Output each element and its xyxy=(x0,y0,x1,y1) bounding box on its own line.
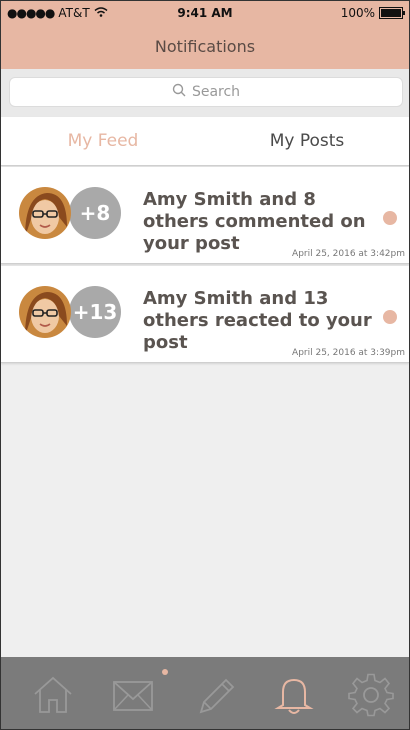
notification-list: +8 Amy Smith and 8 others commented on y… xyxy=(1,167,409,365)
search-input[interactable]: Search xyxy=(9,77,403,107)
gear-icon xyxy=(348,673,394,717)
search-placeholder: Search xyxy=(191,84,241,100)
tab-my-feed[interactable]: My Feed xyxy=(1,117,205,165)
feed-tabs: My Feed My Posts xyxy=(1,117,409,166)
top-bar: ●●●●● AT&T 9:41 AM 100% Notifications xyxy=(1,1,409,69)
notification-timestamp: April 25, 2016 at 3:42pm xyxy=(292,249,405,259)
notification-item[interactable]: +13 Amy Smith and 13 others reacted to y… xyxy=(1,266,409,363)
mail-icon xyxy=(113,681,153,711)
search-icon xyxy=(172,83,186,101)
battery-percent: 100% xyxy=(340,6,375,20)
avatar-group: +8 xyxy=(19,187,129,243)
settings-tab[interactable] xyxy=(346,671,396,719)
search-bar-container: Search xyxy=(1,69,409,117)
avatar xyxy=(19,286,71,338)
tab-my-posts[interactable]: My Posts xyxy=(205,117,409,165)
unread-indicator xyxy=(383,211,397,225)
status-bar: ●●●●● AT&T 9:41 AM 100% xyxy=(1,1,409,23)
notification-message: Amy Smith and 8 others commented on your… xyxy=(143,189,366,254)
others-count-badge: +13 xyxy=(69,286,121,338)
notification-item[interactable]: +8 Amy Smith and 8 others commented on y… xyxy=(1,167,409,264)
app-frame: ●●●●● AT&T 9:41 AM 100% Notifications Se… xyxy=(0,0,410,730)
mail-badge-dot xyxy=(162,669,168,675)
notification-message: Amy Smith and 13 others reacted to your … xyxy=(143,288,372,353)
unread-indicator xyxy=(383,310,397,324)
notification-timestamp: April 25, 2016 at 3:39pm xyxy=(292,348,405,358)
avatar xyxy=(19,187,71,239)
bell-icon xyxy=(274,678,314,714)
home-tab[interactable] xyxy=(28,671,78,719)
pencil-icon xyxy=(199,678,235,714)
battery-icon xyxy=(379,7,405,19)
notifications-tab[interactable] xyxy=(269,671,319,719)
compose-tab[interactable] xyxy=(191,671,241,719)
status-right: 100% xyxy=(340,6,405,20)
bottom-tab-bar xyxy=(1,657,409,729)
messages-tab[interactable] xyxy=(108,669,168,719)
page-title: Notifications xyxy=(154,37,256,56)
others-count-badge: +8 xyxy=(69,187,121,239)
avatar-group: +13 xyxy=(19,286,129,342)
home-icon xyxy=(34,676,72,713)
